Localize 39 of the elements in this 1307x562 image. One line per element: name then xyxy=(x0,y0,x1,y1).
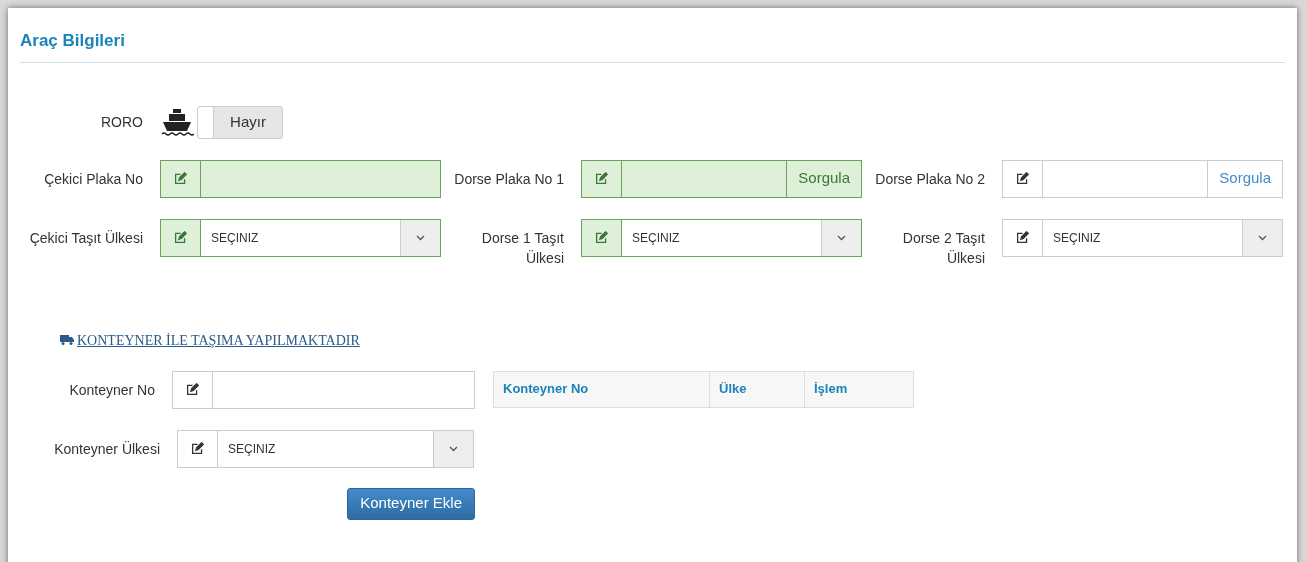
input-field[interactable]: Sorgula xyxy=(1002,159,1283,198)
field-label: RORO xyxy=(100,112,143,132)
truck-icon xyxy=(60,335,74,345)
field-label: Konteyner Ülkesi xyxy=(53,439,160,459)
field-label: Dorse Plaka No 1 xyxy=(453,169,564,189)
input-field[interactable] xyxy=(172,370,475,409)
field-label: Dorse 2 Taşıt Ülkesi xyxy=(901,228,985,268)
chevron-down-icon xyxy=(416,234,425,241)
query-button[interactable]: Sorgula xyxy=(786,160,861,197)
field-label: Dorse Plaka No 2 xyxy=(874,169,985,189)
input-field[interactable]: Sorgula xyxy=(581,159,862,198)
edit-icon xyxy=(595,231,608,244)
field-label: Dorse 1 Taşıt Ülkesi xyxy=(480,228,564,268)
chevron-down-icon xyxy=(1258,234,1267,241)
edit-icon xyxy=(1016,231,1029,244)
container-link[interactable]: KONTEYNER İLE TAŞIMA YAPILMAKTADIR xyxy=(60,329,360,351)
add-container-button[interactable]: Konteyner Ekle xyxy=(347,487,475,520)
chevron-down-icon xyxy=(449,445,458,452)
ship-icon xyxy=(160,107,194,137)
table-header-cell-text: İşlem xyxy=(813,380,849,399)
edit-icon xyxy=(191,442,204,455)
chevron-down-icon xyxy=(837,234,846,241)
field-label: Çekici Plaka No xyxy=(43,169,143,189)
select-field[interactable]: SEÇINIZ xyxy=(177,429,474,468)
panel-title: Araç Bilgileri xyxy=(20,31,125,50)
edit-icon xyxy=(186,383,199,396)
select-field[interactable]: SEÇINIZ xyxy=(581,218,862,257)
table-header-cell: Konteyner No xyxy=(494,371,710,407)
edit-icon xyxy=(595,172,608,185)
edit-icon xyxy=(174,172,187,185)
field-label: Çekici Taşıt Ülkesi xyxy=(28,228,143,248)
select-field[interactable]: SEÇINIZ xyxy=(160,218,441,257)
input-field[interactable] xyxy=(160,159,441,198)
field-label: Konteyner No xyxy=(68,380,155,400)
toggle-switch[interactable]: Hayır xyxy=(197,105,283,139)
select-field[interactable]: SEÇINIZ xyxy=(1002,218,1283,257)
edit-icon xyxy=(174,231,187,244)
edit-icon xyxy=(1016,172,1029,185)
table-header-cell: Ülke xyxy=(710,371,805,407)
